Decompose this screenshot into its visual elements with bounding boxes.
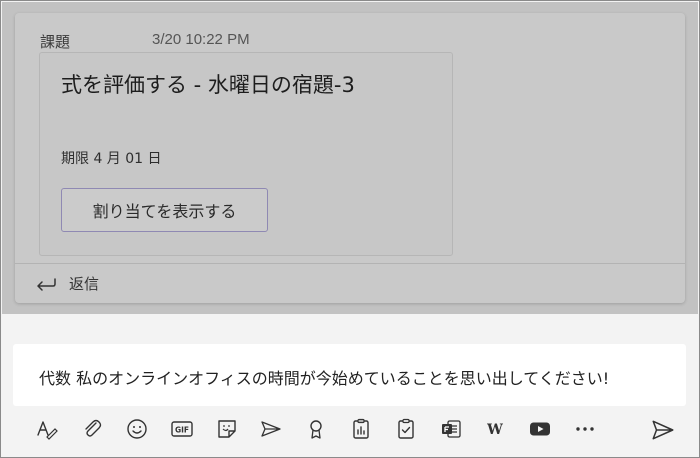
gif-button[interactable]: GIF (159, 411, 204, 447)
praise-button[interactable] (294, 411, 339, 447)
gif-icon: GIF (171, 421, 193, 437)
reply-arrow-icon (37, 277, 56, 291)
meet-icon (261, 421, 282, 437)
format-button[interactable] (25, 411, 70, 447)
attach-button[interactable] (70, 411, 115, 447)
forms-icon (441, 420, 461, 438)
svg-text:GIF: GIF (175, 426, 189, 435)
insights-icon (353, 418, 369, 439)
format-icon (37, 421, 59, 440)
emoji-icon (127, 419, 147, 439)
message-sender-label: 課題 (40, 33, 71, 51)
assignment-card[interactable]: 式を評価する - 水曜日の宿題-3 期限 4 月 01 日 割り当てを表示する (39, 52, 453, 256)
assignment-title: 式を評価する - 水曜日の宿題-3 (61, 73, 355, 97)
message-area: 課題 3/20 10:22 PM 式を評価する - 水曜日の宿題-3 期限 4 … (2, 2, 698, 314)
teams-window: 課題 3/20 10:22 PM 式を評価する - 水曜日の宿題-3 期限 4 … (0, 0, 700, 458)
send-icon (652, 420, 674, 440)
reply-label: 返信 (69, 275, 100, 293)
view-assignment-button[interactable]: 割り当てを表示する (61, 188, 268, 232)
compose-toolbar: GIF W (25, 411, 687, 447)
assignments-button[interactable] (383, 411, 428, 447)
compose-input[interactable]: 代数 私のオンラインオフィスの時間が今始めていることを思い出してください! (13, 344, 686, 406)
insights-button[interactable] (339, 411, 384, 447)
assignment-due-date: 期限 4 月 01 日 (61, 151, 162, 167)
praise-icon (310, 420, 322, 439)
more-icon (576, 427, 594, 431)
wiki-button[interactable]: W (473, 411, 518, 447)
sticker-icon (217, 420, 236, 438)
more-options-button[interactable] (563, 411, 608, 447)
assignments-icon (398, 418, 414, 439)
meet-button[interactable] (249, 411, 294, 447)
svg-text:W: W (486, 422, 503, 438)
emoji-button[interactable] (115, 411, 160, 447)
youtube-icon (530, 422, 551, 436)
forms-button[interactable] (428, 411, 473, 447)
send-button[interactable] (646, 415, 680, 445)
message-card: 課題 3/20 10:22 PM 式を評価する - 水曜日の宿題-3 期限 4 … (15, 13, 685, 303)
sticker-button[interactable] (204, 411, 249, 447)
youtube-button[interactable] (518, 411, 563, 447)
wiki-icon: W (486, 422, 503, 438)
reply-button[interactable]: 返信 (15, 264, 685, 303)
compose-text: 代数 私のオンラインオフィスの時間が今始めていることを思い出してください! (39, 369, 610, 388)
message-timestamp: 3/20 10:22 PM (152, 31, 250, 48)
attach-icon (85, 419, 102, 437)
